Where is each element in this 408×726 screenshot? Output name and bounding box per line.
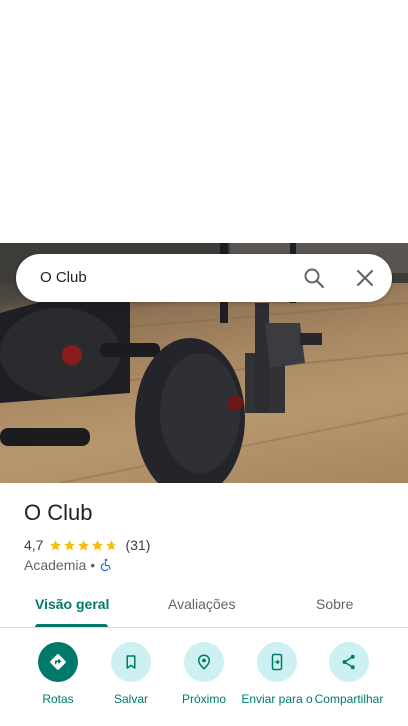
review-count[interactable]: (31) — [125, 537, 150, 553]
separator-dot: • — [90, 557, 96, 573]
nearby-button[interactable]: Próximo — [167, 642, 241, 706]
tab-overview[interactable]: Visão geral — [35, 596, 109, 612]
directions-label: Rotas — [42, 692, 74, 706]
share-label: Compartilhar — [314, 692, 384, 706]
rating-row[interactable]: 4,7 (31) — [24, 536, 150, 554]
share-icon-circle[interactable] — [329, 642, 369, 682]
category-row: Academia • — [24, 556, 113, 574]
place-category[interactable]: Academia — [24, 557, 86, 573]
wheelchair-accessible-icon — [100, 558, 111, 572]
save-button[interactable]: Salvar — [94, 642, 168, 706]
star-rating — [49, 539, 119, 552]
close-icon[interactable] — [353, 266, 377, 290]
share-icon — [342, 654, 355, 670]
nearby-label: Próximo — [181, 692, 226, 706]
send-to-phone-icon — [271, 653, 283, 671]
bookmark-icon — [126, 655, 136, 669]
send-to-phone-icon-circle[interactable] — [257, 642, 297, 682]
search-icon[interactable] — [302, 266, 326, 290]
action-buttons: Rotas Salvar Próximo Enviar para o Compa… — [0, 640, 408, 726]
send-to-phone-label: Enviar para o — [241, 692, 313, 706]
directions-button[interactable]: Rotas — [21, 642, 95, 706]
star-icon — [106, 539, 118, 550]
tab-reviews[interactable]: Avaliações — [168, 596, 235, 612]
map-area-blank — [0, 0, 408, 243]
star-icon — [64, 539, 76, 550]
save-icon-circle[interactable] — [111, 642, 151, 682]
nearby-icon-circle[interactable] — [184, 642, 224, 682]
tab-about[interactable]: Sobre — [316, 596, 353, 612]
nearby-icon — [197, 654, 211, 670]
directions-icon-circle[interactable] — [38, 642, 78, 682]
directions-icon — [50, 654, 66, 670]
rating-value: 4,7 — [24, 537, 44, 553]
place-tabs: Visão geral Avaliações Sobre — [0, 584, 408, 628]
place-title: O Club — [24, 500, 93, 525]
search-input[interactable]: O Club — [40, 269, 87, 286]
send-to-phone-button[interactable]: Enviar para o — [240, 642, 314, 706]
star-icon — [50, 539, 62, 550]
active-tab-indicator — [35, 624, 108, 627]
star-icon — [92, 539, 104, 550]
star-icon — [78, 539, 90, 550]
save-label: Salvar — [113, 692, 148, 706]
search-bar[interactable]: O Club — [16, 254, 392, 302]
share-button[interactable]: Compartilhar — [312, 642, 386, 706]
